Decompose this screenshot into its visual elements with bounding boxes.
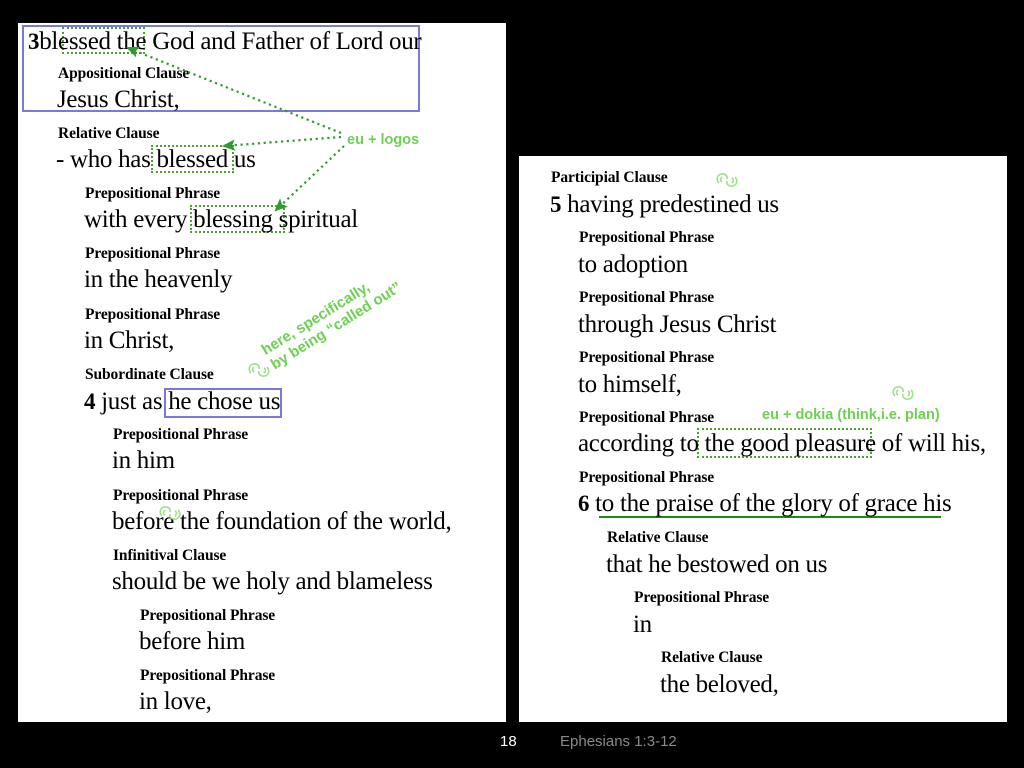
diagram-line-label: Relative Clause [58, 125, 160, 142]
slide-title: Ephesians 1:3-12 [560, 733, 677, 750]
diagram-line-text: with every blessing spiritual [84, 206, 358, 233]
diagram-line-label: Prepositional Phrase [85, 185, 221, 202]
diagram-line-text: the beloved, [660, 671, 779, 698]
verse-number: 3 [28, 29, 40, 54]
diagram-line-label: Subordinate Clause [85, 366, 214, 383]
diagram-line-label: Prepositional Phrase [579, 229, 715, 246]
diagram-line-label: Prepositional Phrase [579, 409, 715, 426]
diagram-line-label: Prepositional Phrase [579, 349, 715, 366]
diagram-line-text: according to the good pleasure of will h… [578, 430, 986, 457]
diagram-line-label: Relative Clause [607, 529, 709, 546]
diagram-line-label: Prepositional Phrase [579, 469, 715, 486]
diagram-line-label: Appositional Clause [58, 65, 190, 82]
diagram-line-text: to adoption [578, 251, 688, 278]
diagram-line-text: 6 to the praise of the glory of grace hi… [578, 490, 952, 517]
slide-footer: 18 Ephesians 1:3-12 [0, 733, 1024, 763]
diagram-line-label: Prepositional Phrase [85, 245, 221, 262]
left-diagram-card: 3blessed the God and Father of Lord our … [18, 23, 506, 722]
diagram-line-text: to himself, [578, 371, 682, 398]
diagram-line-text: in [633, 611, 652, 638]
diagram-line-text: in Christ, [84, 327, 175, 354]
diagram-line-text: 4 just as he chose us [84, 389, 280, 414]
annotation-eu-dokia: eu + dokia (think,i.e. plan) [762, 407, 940, 423]
diagram-line-label: Participial Clause [551, 169, 668, 186]
diagram-line-text: 3blessed the God and Father of Lord our [28, 28, 422, 55]
diagram-line-label: Infinitival Clause [113, 547, 227, 564]
verse-body: blessed the God and Father of Lord our [39, 28, 422, 55]
diagram-line-text: - who has blessed us [56, 146, 256, 173]
chain-link-icon [714, 167, 740, 193]
diagram-line-text: should be we holy and blameless [112, 568, 433, 595]
diagram-line-text: in love, [139, 688, 212, 715]
diagram-line-text: before him [139, 628, 245, 655]
diagram-line-label: Relative Clause [661, 649, 763, 666]
slide-stage: 3blessed the God and Father of Lord our … [0, 0, 1024, 768]
diagram-line-text: Jesus Christ, [57, 86, 180, 113]
diagram-line-label: Prepositional Phrase [140, 607, 276, 624]
chain-link-icon [890, 380, 916, 406]
diagram-line-text: before the foundation of the world, [112, 508, 452, 535]
diagram-line-label: Prepositional Phrase [113, 426, 249, 443]
verse-body: having predestined us [567, 191, 779, 218]
verse-number: 4 [84, 389, 96, 414]
diagram-line-text: through Jesus Christ [578, 311, 777, 338]
diagram-line-label: Prepositional Phrase [85, 306, 221, 323]
diagram-line-text: 5 having predestined us [550, 192, 779, 217]
diagram-line-label: Prepositional Phrase [113, 487, 249, 504]
verse-body: just as he chose us [101, 388, 281, 415]
diagram-line-label: Prepositional Phrase [579, 289, 715, 306]
verse-body: to the praise of the glory of grace his [595, 490, 952, 517]
annotation-eu-logos: eu + logos [347, 132, 420, 148]
diagram-line-text: that he bestowed on us [606, 551, 828, 578]
page-number: 18 [500, 733, 517, 750]
diagram-line-text: in him [112, 447, 175, 474]
verse-number: 5 [550, 192, 562, 217]
right-diagram-card: Participial Clause 5 having predestined … [519, 156, 1007, 722]
diagram-line-text: in the heavenly [84, 266, 233, 293]
diagram-line-label: Prepositional Phrase [634, 589, 770, 606]
verse-number: 6 [578, 491, 590, 516]
diagram-line-label: Prepositional Phrase [140, 667, 276, 684]
